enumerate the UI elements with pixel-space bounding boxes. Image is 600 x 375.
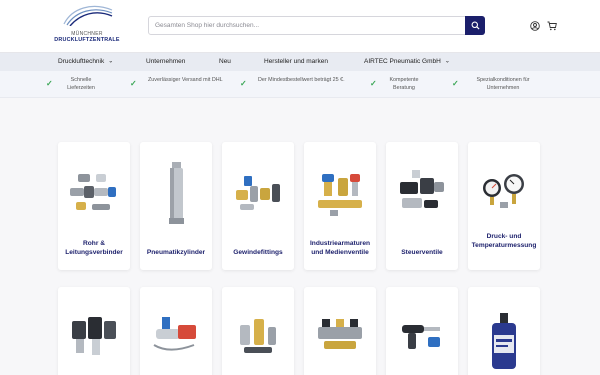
category-label: Pneumatikzylinder	[146, 249, 206, 256]
usp-bar: ✓ Schnelle Lieferzeiten ✓ Zuverlässiger …	[0, 71, 600, 98]
nav-item-airtec[interactable]: AIRTEC Pneumatic GmbH ⌄	[364, 53, 450, 71]
tool-icon	[153, 317, 196, 351]
nav-item-neu[interactable]: Neu	[219, 53, 231, 71]
nav-item-label: Hersteller und marken	[264, 58, 328, 65]
category-card[interactable]	[222, 287, 294, 375]
usp-text: Zuverlässiger Versand mit DHL	[148, 77, 223, 83]
search-icon	[471, 21, 480, 30]
cart-icon[interactable]	[547, 21, 557, 31]
usp-text: Kompetente Beratung	[389, 77, 419, 91]
fittings-icon	[70, 174, 116, 210]
search-box	[148, 16, 485, 35]
category-label: Gewindefittings	[233, 249, 283, 256]
muffler-icon	[240, 319, 276, 353]
gauge-icon	[483, 174, 524, 208]
nav-item-drucklufttechnik[interactable]: Drucklufttechnik ⌄	[58, 53, 113, 71]
nav-item-label: AIRTEC Pneumatic GmbH	[364, 58, 441, 65]
control-valve-icon	[400, 170, 444, 208]
check-icon: ✓	[130, 79, 137, 88]
valves-icon	[318, 174, 362, 216]
category-card[interactable]: Gewindefittings	[222, 142, 294, 270]
sealant-bottle-icon	[492, 313, 516, 369]
category-label: Rohr & Leitungsverbinder	[65, 240, 123, 256]
logo-swoosh-icon	[63, 5, 113, 26]
category-label: Industriearmaturen und Medienventile	[309, 240, 371, 256]
category-card[interactable]	[58, 287, 130, 375]
nav-item-label: Unternehmen	[146, 58, 186, 65]
main-nav: Drucklufttechnik ⌄ Unternehmen Neu Herste…	[0, 53, 600, 71]
category-card[interactable]: Rohr & Leitungsverbinder	[58, 142, 130, 270]
category-card[interactable]: Industriearmaturen und Medienventile	[304, 142, 376, 270]
category-card[interactable]	[304, 287, 376, 375]
category-card[interactable]: Steuerventile	[386, 142, 458, 270]
category-card[interactable]	[140, 287, 212, 375]
filter-regulator-icon	[72, 317, 116, 355]
search-input[interactable]	[149, 17, 466, 34]
logo-text-bottom: DRUCKLUFTZENTRALE	[54, 37, 120, 43]
check-icon: ✓	[370, 79, 377, 88]
category-card[interactable]: Pneumatikzylinder	[140, 142, 212, 270]
check-icon: ✓	[452, 79, 459, 88]
nav-item-label: Drucklufttechnik	[58, 58, 105, 65]
check-icon: ✓	[46, 79, 53, 88]
category-label: Steuerventile	[401, 249, 443, 256]
nav-item-hersteller[interactable]: Hersteller und marken	[264, 53, 328, 71]
nav-item-label: Neu	[219, 58, 231, 65]
site-header: MÜNCHNER DRUCKLUFTZENTRALE	[0, 0, 600, 53]
usp-text: Spezialkonditionen für Unternehmen	[476, 77, 530, 91]
chevron-down-icon: ⌄	[444, 58, 450, 65]
search-button[interactable]	[465, 16, 485, 35]
chevron-down-icon: ⌄	[108, 58, 114, 65]
account-icon[interactable]	[530, 21, 540, 31]
usp-text: Der Mindestbestellwert beträgt 25 €.	[258, 77, 345, 83]
category-card[interactable]	[468, 287, 540, 375]
category-card[interactable]: Druck- und Temperaturmessung	[468, 142, 540, 270]
category-card[interactable]	[386, 287, 458, 375]
nav-item-unternehmen[interactable]: Unternehmen	[146, 53, 185, 71]
cylinder-icon	[169, 162, 184, 224]
thread-fittings-icon	[236, 176, 280, 210]
category-label: Druck- und Temperaturmessung	[471, 233, 537, 249]
check-icon: ✓	[240, 79, 247, 88]
valve-block-icon	[318, 319, 362, 349]
usp-text: Schnelle Lieferzeiten	[67, 77, 95, 91]
logo[interactable]: MÜNCHNER DRUCKLUFTZENTRALE	[52, 4, 122, 44]
blow-gun-icon	[402, 325, 440, 349]
